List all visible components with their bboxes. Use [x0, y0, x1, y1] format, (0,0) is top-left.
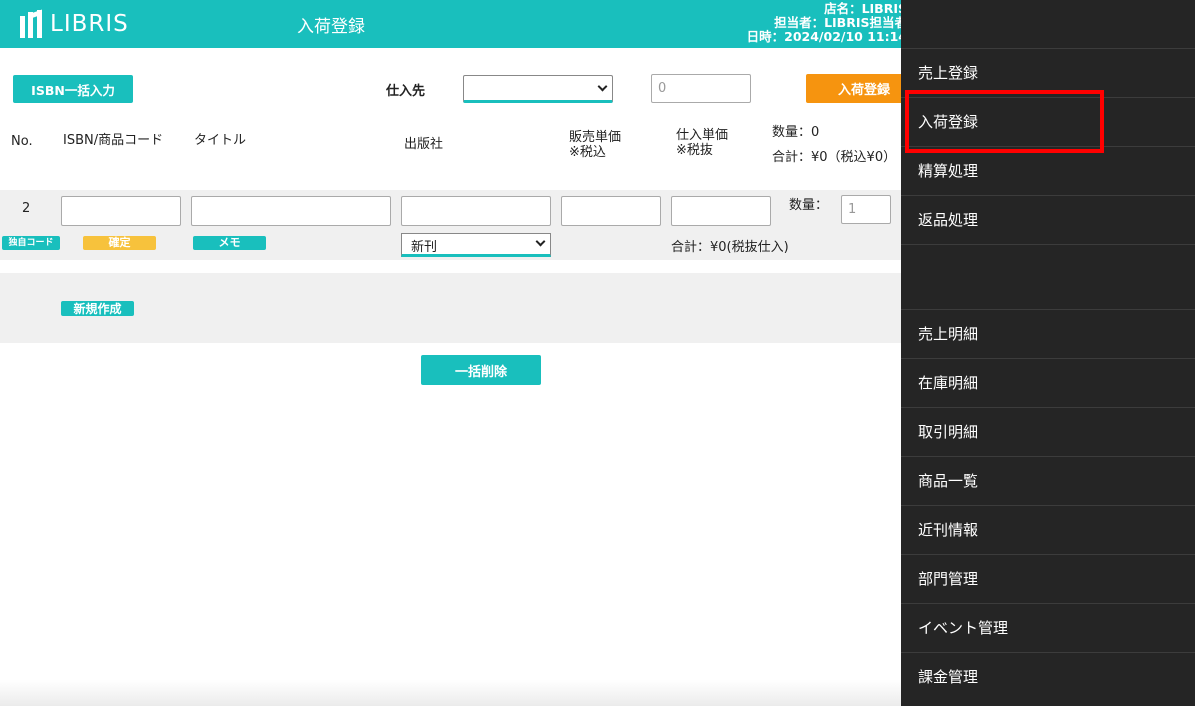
sale-price-note: ※税込 — [569, 145, 606, 160]
menu-item-stock-details[interactable]: 在庫明細 — [901, 358, 1195, 406]
supplier-select[interactable] — [463, 75, 613, 103]
chevron-down-icon — [597, 81, 608, 92]
confirm-button[interactable]: 確定 — [83, 236, 156, 250]
libris-logo-icon — [20, 9, 42, 38]
row-quantity-label: 数量： — [789, 198, 829, 213]
menu-item-billing-management[interactable]: 課金管理 — [901, 652, 1195, 700]
menu-item-department-management[interactable]: 部門管理 — [901, 554, 1195, 602]
menu-item-upcoming-info[interactable]: 近刊情報 — [901, 505, 1195, 553]
memo-button[interactable]: メモ — [193, 236, 266, 250]
sale-price-field[interactable] — [561, 196, 661, 226]
cost-price-field[interactable] — [671, 196, 771, 226]
column-cost-price: 仕入単価 ※税抜 — [676, 128, 728, 158]
menu-separator — [901, 244, 1195, 309]
menu-item-settlement[interactable]: 精算処理 — [901, 146, 1195, 194]
isbn-bulk-input-button[interactable]: ISBN一括入力 — [13, 75, 133, 103]
menu-item-event-management[interactable]: イベント管理 — [901, 603, 1195, 651]
new-entry-area — [0, 273, 901, 343]
side-menu: 売上登録 入荷登録 精算処理 返品処理 売上明細 在庫明細 取引明細 商品一覧 … — [901, 0, 1195, 706]
menu-item-transaction-details[interactable]: 取引明細 — [901, 407, 1195, 455]
menu-item-sales-entry[interactable]: 売上登録 — [901, 48, 1195, 96]
column-sale-price: 販売単価 ※税込 — [569, 130, 621, 160]
summary-quantity: 数量：0 — [772, 125, 820, 140]
bottom-shade — [0, 680, 901, 706]
datetime: 日時：2024/02/10 11:14 — [746, 29, 901, 44]
isbn-field[interactable] — [61, 196, 181, 226]
book-kind-select[interactable]: 新刊 — [401, 233, 551, 257]
page-title: 入荷登録 — [297, 17, 365, 37]
column-title: タイトル — [194, 133, 247, 148]
bulk-delete-button[interactable]: 一括削除 — [421, 355, 541, 385]
book-kind-value: 新刊 — [411, 240, 438, 255]
register-arrival-button[interactable]: 入荷登録 — [806, 74, 916, 103]
store-name: 店名：LIBRIS — [824, 1, 901, 16]
menu-item-arrival-entry[interactable]: 入荷登録 — [901, 97, 1195, 145]
publisher-field[interactable] — [401, 196, 551, 226]
staff-name: 担当者：LIBRIS担当者 — [774, 15, 901, 30]
header-info: 店名：LIBRIS 担当者：LIBRIS担当者 日時：2024/02/10 11… — [747, 2, 901, 44]
chevron-down-icon — [535, 236, 546, 247]
summary-total: 合計：¥0（税込¥0） — [772, 150, 897, 165]
logo-text: LIBRIS — [50, 11, 129, 37]
cost-price-note: ※税抜 — [676, 143, 713, 158]
menu-item-sales-details[interactable]: 売上明細 — [901, 309, 1195, 357]
menu-item-returns[interactable]: 返品処理 — [901, 195, 1195, 243]
sale-price-label: 販売単価 — [569, 130, 622, 145]
libris-logo[interactable]: LIBRIS — [20, 9, 129, 39]
cost-price-label: 仕入単価 — [676, 128, 729, 143]
column-isbn: ISBN/商品コード — [63, 133, 164, 148]
row-number: 2 — [22, 201, 31, 216]
title-field[interactable] — [191, 196, 391, 226]
app-root: LIBRIS 入荷登録 店名：LIBRIS 担当者：LIBRIS担当者 日時：2… — [0, 0, 1195, 706]
custom-code-button[interactable]: 独自コード — [2, 236, 60, 250]
row-quantity-input[interactable]: 1 — [841, 195, 891, 224]
column-no: No. — [11, 134, 33, 149]
column-publisher: 出版社 — [404, 137, 444, 152]
supplier-label: 仕入先 — [386, 84, 426, 99]
app-header: LIBRIS 入荷登録 店名：LIBRIS 担当者：LIBRIS担当者 日時：2… — [0, 0, 901, 48]
row-total: 合計：¥0(税抜仕入) — [671, 240, 789, 255]
total-quantity-input[interactable]: 0 — [651, 74, 751, 103]
menu-item-product-list[interactable]: 商品一覧 — [901, 456, 1195, 504]
new-create-button[interactable]: 新規作成 — [61, 301, 134, 316]
